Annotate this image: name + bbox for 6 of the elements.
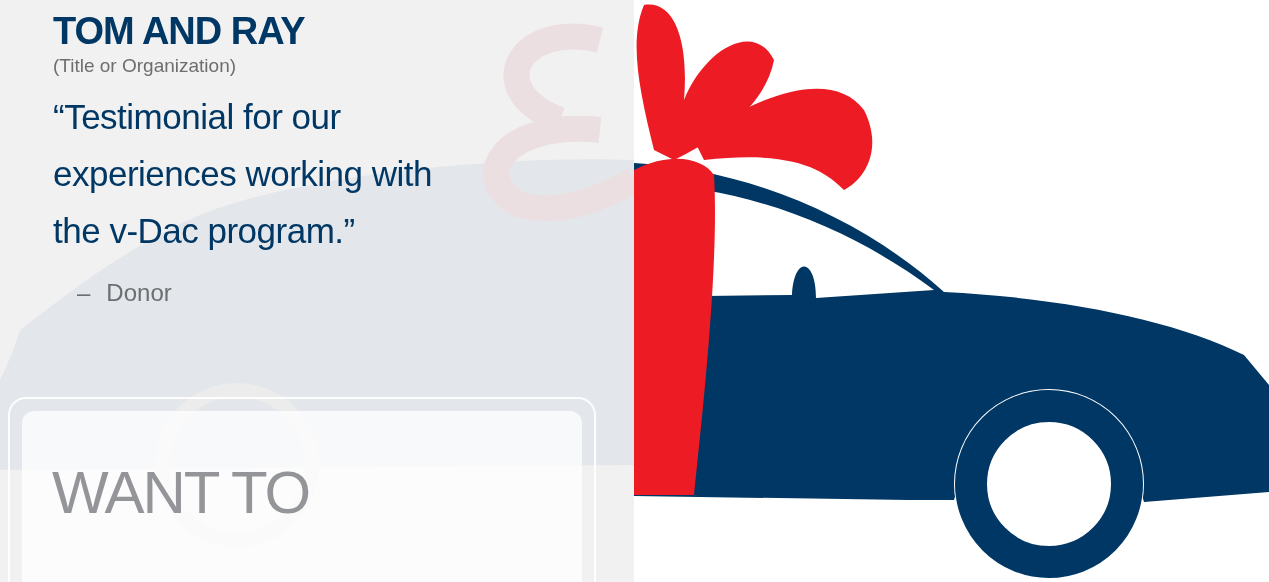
testimonial-name: TOM AND RAY — [53, 9, 306, 54]
attribution-dash: – — [77, 279, 91, 307]
testimonial-quote: “Testimonial for our experiences working with the v-Dac program.” — [53, 96, 433, 252]
cta-heading: WANT TO — [52, 461, 311, 525]
testimonial-subtitle: (Title or Organization) — [53, 54, 238, 78]
testimonial-author: Donor — [106, 279, 172, 307]
